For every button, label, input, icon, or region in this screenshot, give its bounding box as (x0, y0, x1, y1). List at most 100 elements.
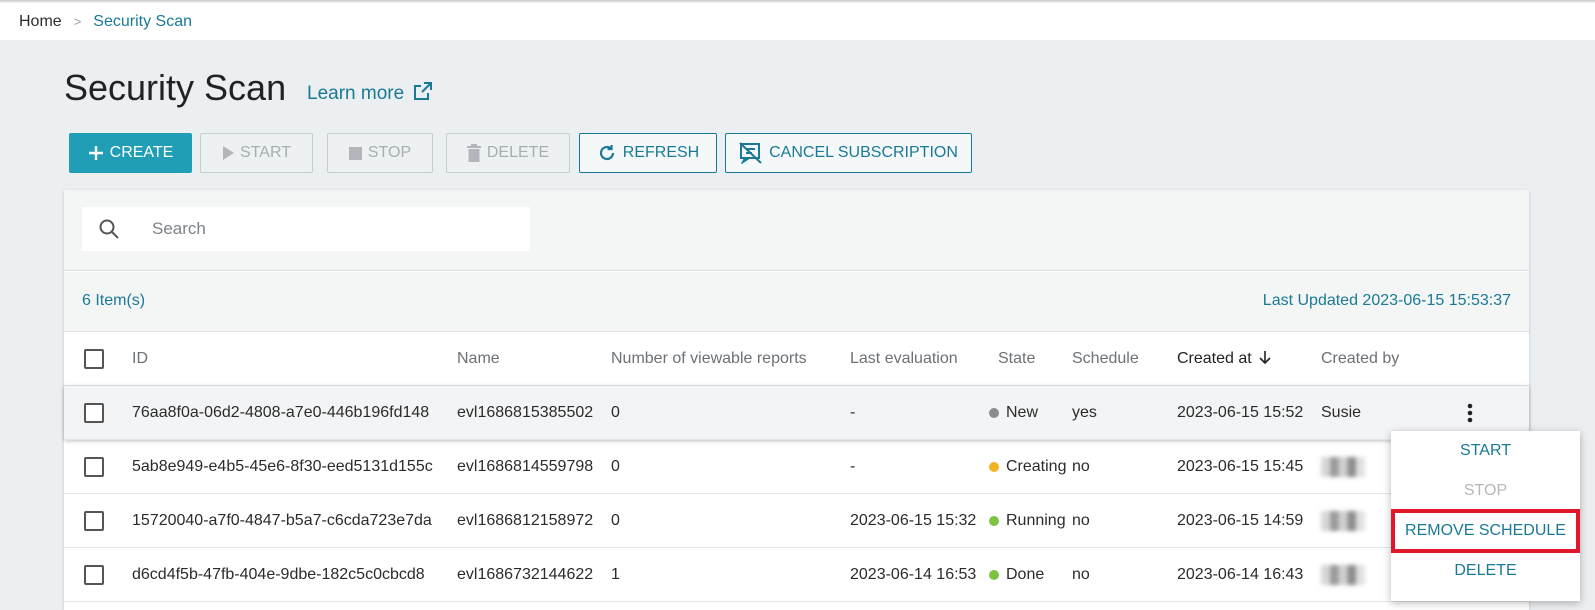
scan-schedule: yes (1072, 403, 1097, 421)
stop-button-label: STOP (367, 144, 412, 161)
redacted-user-name (1321, 564, 1365, 585)
menu-item-delete[interactable]: DELETE (1391, 551, 1580, 591)
scan-name: evl1686815385502 (457, 403, 594, 421)
sort-descending-icon (1258, 350, 1272, 369)
scan-name: evl1686814559798 (457, 457, 594, 475)
plus-icon (88, 145, 104, 161)
stop-button[interactable]: STOP (327, 133, 433, 173)
last-updated: Last Updated 2023-06-15 15:53:37 (1262, 292, 1511, 309)
scan-state-label: Running (1006, 511, 1066, 529)
scan-last-evaluation: 2023-06-15 15:32 (850, 511, 977, 529)
column-header-last-evaluation[interactable]: Last evaluation (850, 333, 958, 385)
delete-button-label: DELETE (486, 144, 550, 161)
scan-id[interactable]: 5ab8e949-e4b5-45e6-8f30-eed5131d155c (132, 440, 433, 493)
scan-last-evaluation: - (850, 403, 856, 421)
scan-reports: 0 (611, 457, 620, 475)
search-input[interactable] (150, 218, 510, 240)
column-header-schedule[interactable]: Schedule (1072, 333, 1139, 385)
table-row[interactable]: 5ab8e949-e4b5-45e6-8f30-eed5131d155c evl… (64, 440, 1529, 494)
column-header-name[interactable]: Name (457, 333, 500, 385)
redacted-user-name (1321, 510, 1365, 531)
scan-list-panel: 6 Item(s) Last Updated 2023-06-15 15:53:… (64, 190, 1529, 610)
scan-reports: 1 (611, 565, 620, 583)
column-header-reports[interactable]: Number of viewable reports (611, 333, 807, 385)
search-area (64, 190, 1529, 271)
scan-created-at: 2023-06-15 14:59 (1177, 511, 1304, 529)
play-icon (222, 146, 235, 160)
state-indicator-icon (989, 407, 999, 418)
scan-state: Running (989, 494, 1066, 547)
scan-name: evl1686732144622 (457, 565, 594, 583)
refresh-icon (597, 143, 617, 163)
start-button[interactable]: START (200, 133, 313, 173)
scan-created-at: 2023-06-15 15:52 (1177, 403, 1304, 421)
start-button-label: START (240, 144, 291, 161)
scan-schedule: no (1072, 511, 1090, 529)
create-button[interactable]: CREATE (69, 133, 192, 173)
list-summary-bar: 6 Item(s) Last Updated 2023-06-15 15:53:… (64, 272, 1529, 332)
scan-reports: 0 (611, 403, 620, 421)
learn-more-link[interactable]: Learn more (307, 80, 434, 108)
cancel-subscription-label: CANCEL SUBSCRIPTION (769, 144, 958, 161)
select-all-checkbox[interactable] (84, 349, 104, 369)
scan-id[interactable]: d6cd4f5b-47fb-404e-9dbe-182c5c0cbcd8 (132, 548, 425, 601)
search-icon (82, 218, 136, 240)
state-indicator-icon (989, 461, 999, 472)
stop-icon (348, 146, 362, 160)
scan-state-label: Creating (1006, 457, 1067, 475)
cancel-subscription-button[interactable]: CANCEL SUBSCRIPTION (725, 133, 972, 173)
state-indicator-icon (989, 569, 999, 580)
item-count: 6 Item(s) (82, 292, 146, 309)
scan-id[interactable]: 15720040-a7f0-4847-b5a7-c6cda723e7da (132, 494, 432, 547)
menu-item-remove-schedule[interactable]: REMOVE SCHEDULE (1391, 509, 1580, 553)
scan-state: Creating (989, 440, 1066, 493)
row-checkbox[interactable] (84, 510, 104, 531)
menu-item-stop[interactable]: STOP (1391, 471, 1580, 511)
breadcrumb-separator: > (73, 14, 82, 29)
scan-reports: 0 (611, 511, 620, 529)
breadcrumb-current[interactable]: Security Scan (93, 13, 192, 31)
breadcrumb: Home > Security Scan (0, 3, 1595, 40)
external-link-icon (412, 80, 434, 108)
delete-button[interactable]: DELETE (446, 133, 570, 173)
scan-last-evaluation: - (850, 457, 856, 475)
scan-created-by (1321, 440, 1365, 493)
row-checkbox[interactable] (84, 456, 104, 477)
scan-created-by (1321, 494, 1365, 547)
row-checkbox[interactable] (84, 564, 104, 585)
learn-more-label: Learn more (307, 83, 405, 104)
table-row[interactable]: d6cd4f5b-47fb-404e-9dbe-182c5c0cbcd8 evl… (64, 548, 1529, 602)
table-row[interactable]: 76aa8f0a-06d2-4808-a7e0-446b196fd148 evl… (64, 386, 1529, 440)
refresh-button[interactable]: REFRESH (579, 133, 717, 173)
row-checkbox[interactable] (84, 402, 104, 423)
breadcrumb-home-link[interactable]: Home (19, 13, 62, 31)
column-header-id[interactable]: ID (132, 333, 148, 385)
row-actions-menu: START STOP REMOVE SCHEDULE DELETE (1391, 431, 1580, 601)
cancel-subscription-icon (739, 142, 763, 164)
refresh-button-label: REFRESH (622, 144, 700, 161)
create-button-label: CREATE (109, 144, 174, 161)
column-header-created-by[interactable]: Created by (1321, 333, 1399, 385)
scan-created-at: 2023-06-15 15:45 (1177, 457, 1304, 475)
scan-schedule: no (1072, 457, 1090, 475)
table-header-row: ID Name Number of viewable reports Last … (64, 333, 1529, 386)
column-header-created-at[interactable]: Created at (1177, 333, 1272, 385)
column-header-created-at-label: Created at (1177, 350, 1252, 367)
scan-state-label: Done (1006, 565, 1045, 583)
table-row[interactable]: 15720040-a7f0-4847-b5a7-c6cda723e7da evl… (64, 494, 1529, 548)
trash-icon (466, 144, 481, 162)
scan-name: evl1686812158972 (457, 511, 594, 529)
column-header-state[interactable]: State (998, 333, 1035, 385)
page-title: Security Scan (64, 67, 287, 108)
redacted-user-name (1321, 456, 1365, 477)
search-box[interactable] (82, 207, 530, 251)
menu-item-start[interactable]: START (1391, 431, 1580, 471)
state-indicator-icon (989, 515, 999, 526)
scan-created-at: 2023-06-14 16:43 (1177, 565, 1304, 583)
scan-schedule: no (1072, 565, 1090, 583)
scan-state: New (989, 386, 1038, 439)
scan-last-evaluation: 2023-06-14 16:53 (850, 565, 977, 583)
scan-created-by (1321, 548, 1365, 601)
scan-state: Done (989, 548, 1044, 601)
scan-id[interactable]: 76aa8f0a-06d2-4808-a7e0-446b196fd148 (132, 386, 429, 439)
